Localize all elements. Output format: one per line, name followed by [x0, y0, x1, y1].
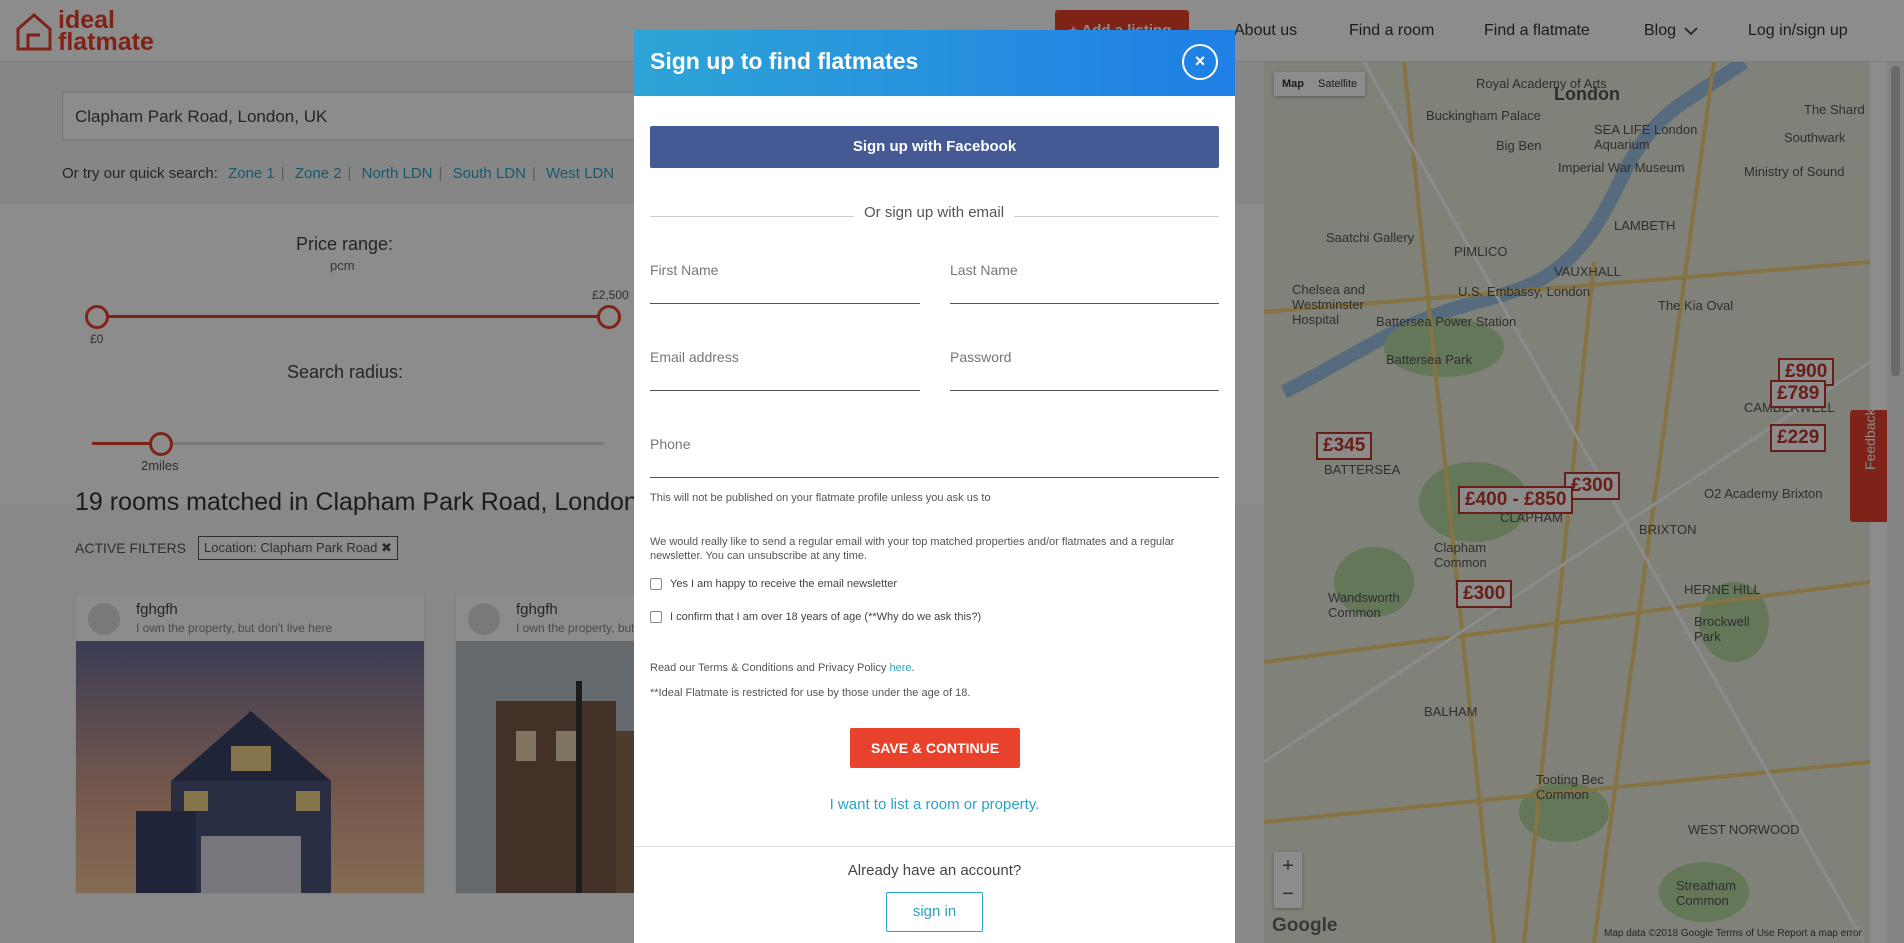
close-icon[interactable]: × [1182, 44, 1218, 80]
modal-title: Sign up to find flatmates [650, 48, 919, 74]
newsletter-checkbox[interactable] [650, 578, 662, 590]
modal-header: Sign up to find flatmates × [634, 30, 1235, 96]
last-name-label: Last Name [950, 262, 1018, 278]
terms-note: Read our Terms & Conditions and Privacy … [650, 662, 915, 674]
phone-label: Phone [650, 436, 691, 452]
terms-link[interactable]: here [889, 662, 911, 674]
have-account-text: Already have an account? [847, 862, 1022, 879]
password-field[interactable]: Password [950, 349, 1219, 391]
list-room-link[interactable]: I want to list a room or property. [634, 796, 1235, 813]
save-continue-button[interactable]: SAVE & CONTINUE [850, 728, 1020, 768]
last-name-field[interactable]: Last Name [950, 262, 1219, 304]
age-checkbox[interactable] [650, 611, 662, 623]
first-name-field[interactable]: First Name [650, 262, 920, 304]
newsletter-checkbox-label: Yes I am happy to receive the email news… [670, 578, 898, 590]
password-label: Password [950, 349, 1012, 365]
age-checkbox-label: I confirm that I am over 18 years of age… [670, 611, 982, 623]
signup-modal: Sign up to find flatmates × Sign up with… [634, 30, 1235, 943]
or-signup-email-text: Or sign up with email [854, 204, 1015, 221]
phone-field[interactable]: Phone [650, 436, 1219, 478]
email-label: Email address [650, 349, 739, 365]
facebook-signup-button[interactable]: Sign up with Facebook [650, 126, 1219, 168]
newsletter-checkbox-row[interactable]: Yes I am happy to receive the email news… [650, 578, 897, 590]
newsletter-note: We would really like to send a regular e… [650, 536, 1175, 562]
sign-in-button[interactable]: sign in [886, 892, 983, 932]
email-field[interactable]: Email address [650, 349, 920, 391]
first-name-label: First Name [650, 262, 719, 278]
phone-note: This will not be published on your flatm… [650, 492, 991, 504]
age-restriction-note: **Ideal Flatmate is restricted for use b… [650, 687, 971, 699]
age-checkbox-row[interactable]: I confirm that I am over 18 years of age… [650, 611, 981, 623]
